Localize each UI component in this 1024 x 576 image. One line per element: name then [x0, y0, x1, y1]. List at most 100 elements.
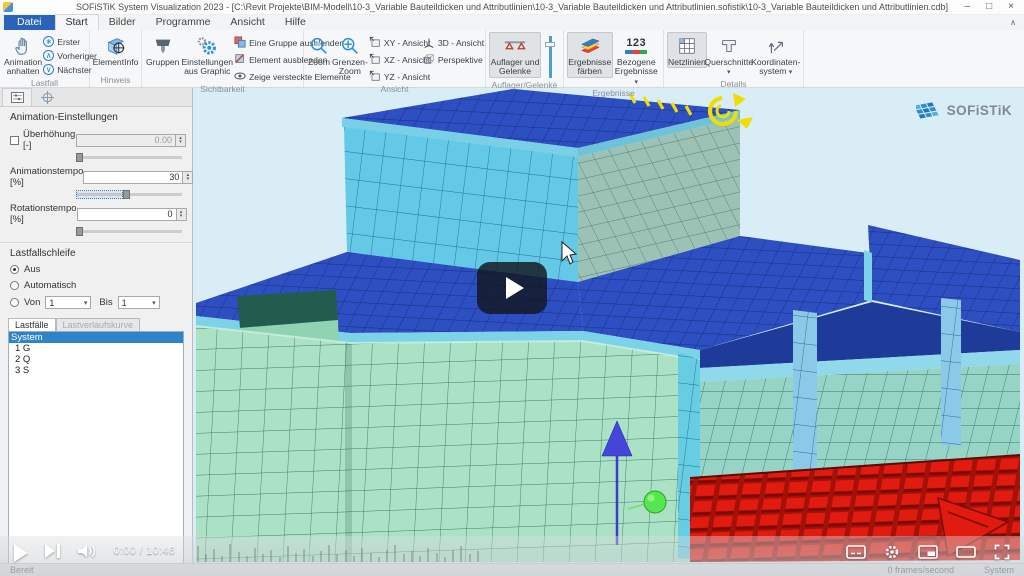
ribbon-group-ansicht: Zoom Grenzen-Zoom XY - Ansicht XZ - — [304, 30, 486, 87]
animation-panel: Animation-Einstellungen Überhöhung [-] 0… — [0, 88, 193, 576]
tab-start[interactable]: Start — [55, 14, 99, 30]
spinner-icon[interactable]: ▴▾ — [177, 208, 187, 221]
theater-mode-icon — [956, 545, 976, 559]
netzlinien-button[interactable]: Netzlinien — [667, 32, 707, 68]
group-label-ansicht: Ansicht — [304, 84, 485, 95]
spinner-icon[interactable]: ▴▾ — [183, 171, 193, 184]
perspective-cube-icon — [423, 53, 435, 67]
close-button[interactable]: × — [1008, 2, 1014, 12]
list-item-system[interactable]: System — [9, 332, 183, 343]
hand-stop-icon — [12, 34, 34, 57]
viewport-3d[interactable]: SOFiSTiK — [193, 88, 1024, 576]
minimize-button[interactable]: – — [965, 2, 971, 12]
3d-ansicht-button[interactable]: 3D - Ansicht — [423, 36, 483, 50]
radio-aus[interactable] — [10, 265, 19, 274]
radio-automatisch-label: Automatisch — [24, 280, 76, 291]
ribbon-group-auflager: Auflager und Gelenke Auflager/Gelenke — [486, 30, 564, 87]
volume-icon — [77, 544, 97, 558]
tab-programme[interactable]: Programme — [146, 15, 221, 30]
restore-button[interactable]: □ — [986, 2, 992, 12]
collapse-ribbon-icon[interactable]: ∧ — [1010, 18, 1016, 27]
bezogene-ergebnisse-button[interactable]: 123 Bezogene Ergebnisse ▾ — [613, 32, 660, 88]
rotationstempo-slider[interactable] — [76, 227, 182, 236]
ergebnisse-faerben-button[interactable]: Ergebnisse färben — [567, 32, 613, 78]
slider-thumb[interactable] — [545, 42, 555, 47]
elementinfo-button[interactable]: ElementInfo — [93, 32, 139, 68]
von-dropdown[interactable]: 1▾ — [45, 296, 91, 309]
video-control-bar: 0:00 / 10:46 — [0, 536, 1024, 576]
player-play-button[interactable] — [14, 544, 28, 562]
gruppen-button[interactable]: Gruppen — [145, 32, 180, 68]
auflager-und-gelenke-button[interactable]: Auflager und Gelenke — [489, 32, 541, 78]
player-settings-button[interactable] — [884, 544, 900, 560]
player-volume-button[interactable] — [77, 544, 97, 558]
erster-button[interactable]: ∗Erster — [43, 36, 97, 47]
koordinatensystem-button[interactable]: Koordinaten-system ▾ — [751, 32, 801, 79]
perspektive-button[interactable]: Perspektive — [423, 53, 483, 67]
gear-icon — [884, 544, 900, 560]
player-theater-button[interactable] — [956, 545, 976, 559]
rotationstempo-label: Rotationstempo [%] — [10, 203, 77, 225]
dropdown-arrow-icon: ▾ — [84, 299, 88, 307]
grenzen-zoom-button[interactable]: Grenzen-Zoom — [331, 32, 369, 78]
hide-element-icon — [234, 53, 246, 67]
lastfallschleife-title: Lastfallschleife — [0, 243, 192, 261]
zoom-button[interactable]: Zoom — [307, 32, 331, 68]
querschnitte-button[interactable]: Querschnitte ▾ — [707, 32, 751, 79]
player-miniplayer-button[interactable] — [918, 545, 938, 559]
einstellungen-aus-graphic-button[interactable]: Einstellungen aus Graphic — [180, 32, 234, 78]
naechster-button[interactable]: ∨Nächster — [43, 64, 97, 75]
animation-anhalten-button[interactable]: Animation anhalten — [3, 32, 43, 78]
plane-view-icon — [369, 53, 381, 67]
tab-ansicht[interactable]: Ansicht — [220, 15, 274, 30]
color-results-icon — [578, 34, 602, 57]
player-subtitles-button[interactable] — [846, 545, 866, 559]
player-next-button[interactable] — [45, 544, 60, 558]
ribbon-tab-row: Datei Start Bilder Programme Ansicht Hil… — [0, 15, 1024, 30]
subtitles-icon — [846, 545, 866, 559]
tab-datei[interactable]: Datei — [4, 15, 55, 30]
crosshair-icon — [41, 91, 54, 104]
rotationstempo-input[interactable]: 0 — [77, 208, 177, 221]
panel-title: Animation-Einstellungen — [0, 107, 192, 125]
fem-model-scene — [193, 88, 1024, 576]
xz-ansicht-button[interactable]: XZ - Ansicht — [369, 53, 423, 67]
support-size-slider[interactable] — [544, 34, 556, 80]
radio-automatisch[interactable] — [10, 281, 19, 290]
animation-settings-icon — [11, 92, 24, 103]
group-label-auflager: Auflager/Gelenke — [486, 80, 563, 91]
spinner-icon[interactable]: ▴▾ — [176, 134, 186, 147]
mesh-grid-icon — [677, 34, 697, 57]
tab-lastfaelle[interactable]: Lastfälle — [8, 318, 56, 331]
xy-ansicht-button[interactable]: XY - Ansicht — [369, 36, 423, 50]
panel-tab-target[interactable] — [32, 88, 62, 106]
ribbon-group-hinweis: ElementInfo Hinweis — [90, 30, 142, 87]
bis-dropdown[interactable]: 1▾ — [118, 296, 160, 309]
plane-view-icon — [369, 36, 381, 50]
animationstempo-slider[interactable] — [76, 190, 182, 199]
list-item[interactable]: 3 S — [9, 365, 183, 376]
app-icon — [3, 2, 13, 12]
ueberhoehung-input[interactable]: 0.00 — [76, 134, 176, 147]
tab-hilfe[interactable]: Hilfe — [275, 15, 316, 30]
ueberhoehung-slider[interactable] — [76, 153, 182, 162]
list-item[interactable]: 2 Q — [9, 354, 183, 365]
yz-ansicht-button[interactable]: YZ - Ansicht — [369, 70, 423, 84]
lastfaelle-tab-strip: Lastfälle Lastverlaufskurve — [8, 318, 184, 331]
list-item[interactable]: 1 G — [9, 343, 183, 354]
numbers-123-icon: 123 — [625, 34, 647, 57]
ueberhoehung-checkbox[interactable] — [10, 136, 19, 145]
tab-bilder[interactable]: Bilder — [99, 15, 146, 30]
animationstempo-input[interactable]: 30 — [83, 171, 183, 184]
next-icon — [45, 544, 55, 558]
supports-icon — [502, 34, 528, 57]
panel-tab-animation[interactable] — [2, 88, 32, 106]
vorheriger-button[interactable]: ∧Vorheriger — [43, 50, 97, 61]
radio-von-bis[interactable] — [10, 298, 19, 307]
player-fullscreen-button[interactable] — [994, 544, 1010, 560]
ribbon-group-ergebnisse: Ergebnisse färben 123 Bezogene Ergebniss… — [564, 30, 664, 87]
dropdown-arrow-icon: ▾ — [789, 69, 793, 76]
play-icon — [506, 277, 524, 299]
video-play-overlay-button[interactable] — [477, 262, 547, 314]
dropdown-arrow-icon: ▾ — [727, 69, 731, 76]
